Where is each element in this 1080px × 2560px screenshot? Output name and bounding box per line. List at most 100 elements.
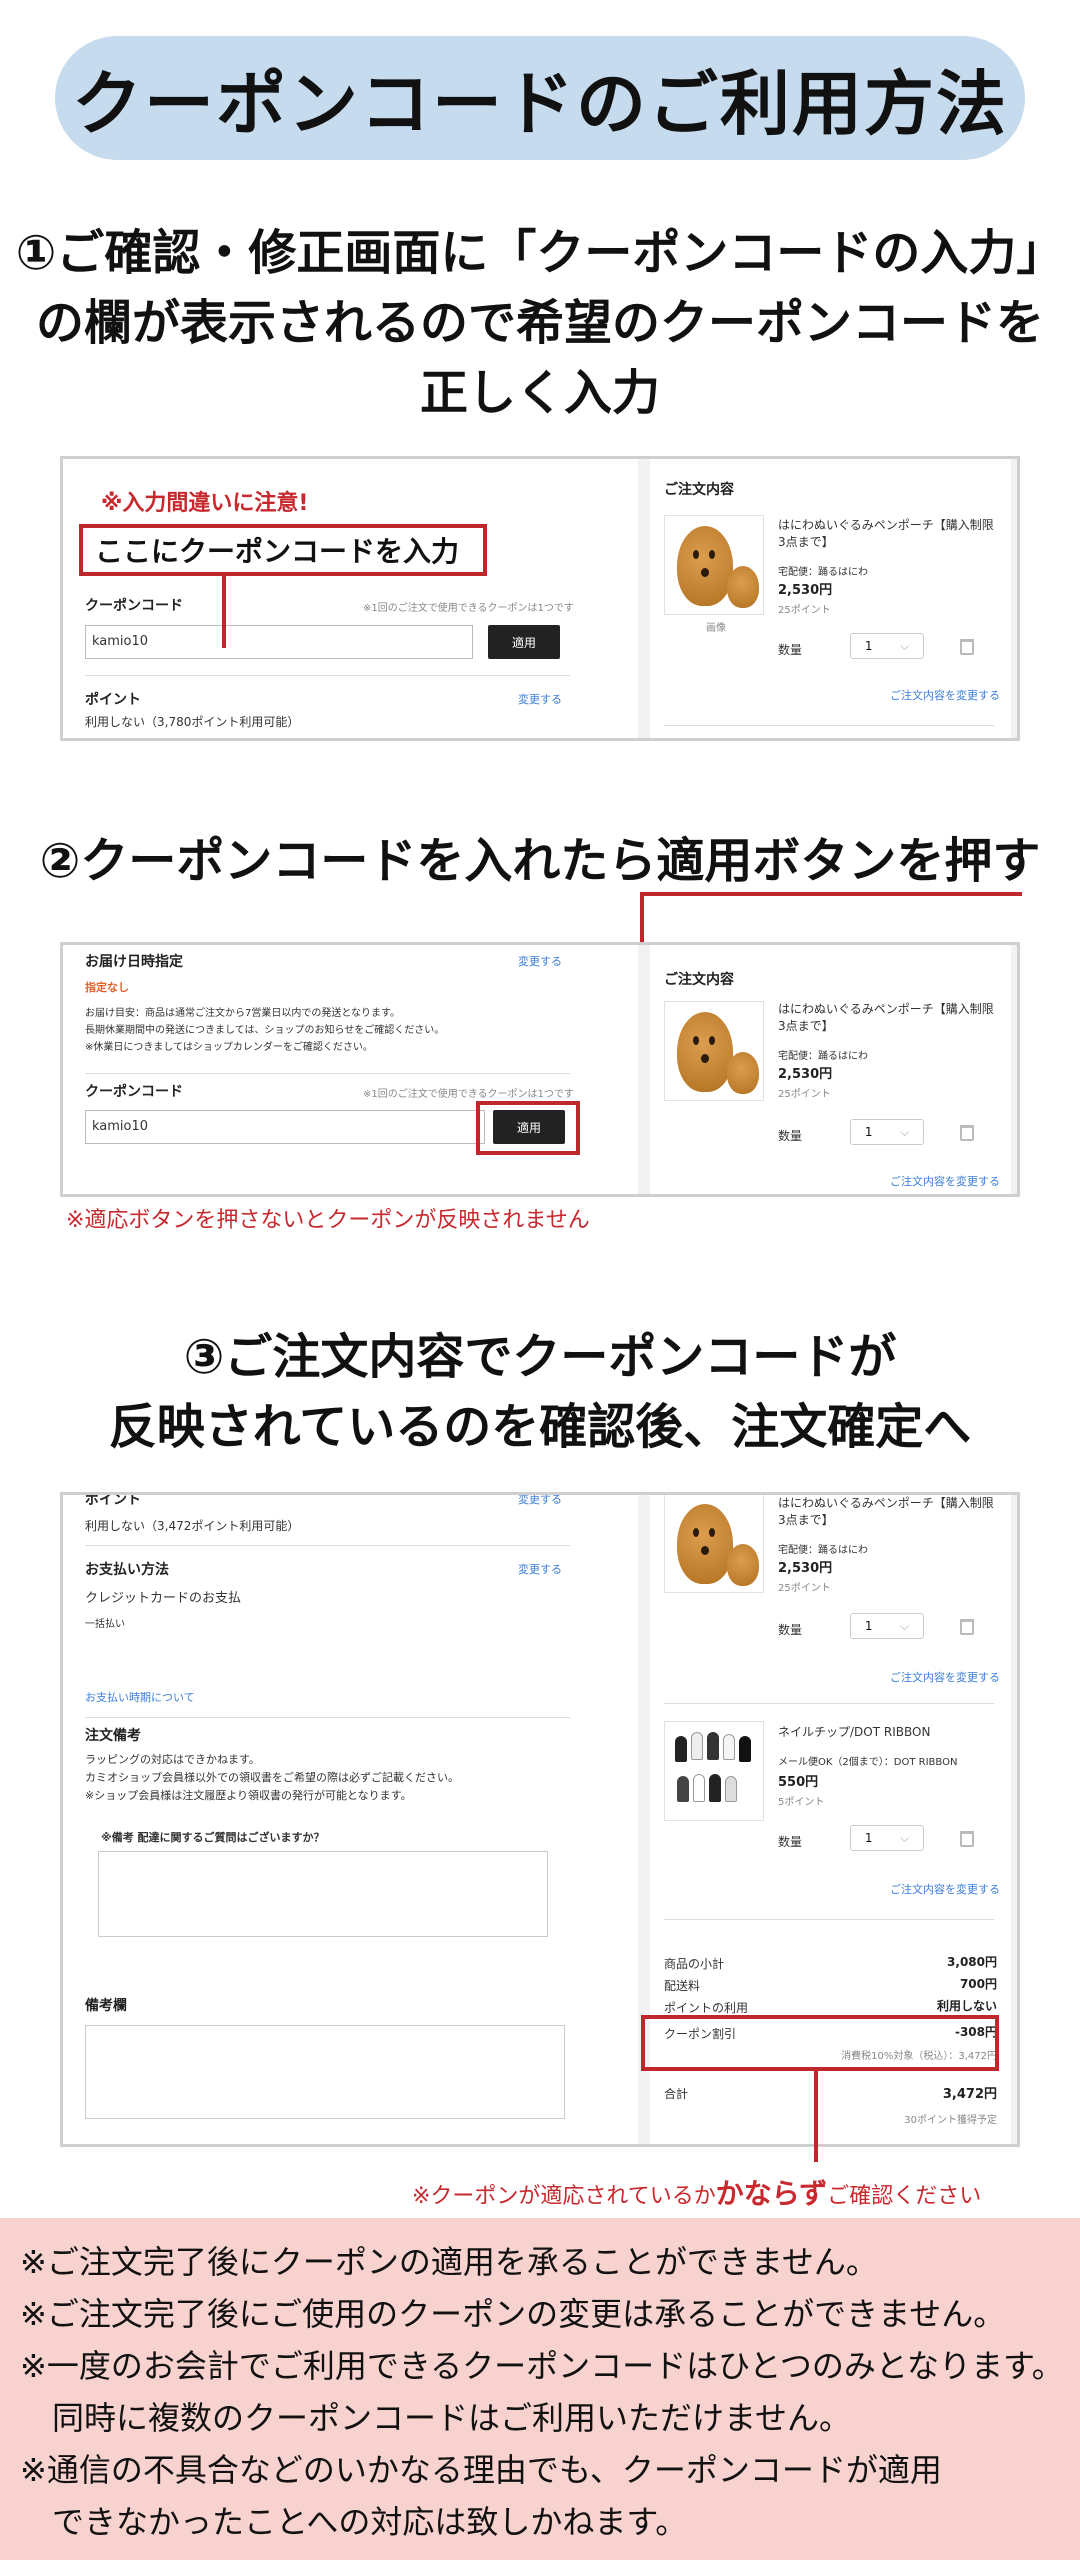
- chevron-down-icon: ⌵: [900, 1830, 910, 1845]
- step1-heading-line: 正しく入力: [419, 365, 660, 421]
- title-banner: クーポンコードのご利用方法: [55, 36, 1025, 160]
- qty-value: 1: [864, 1831, 873, 1845]
- divider: [664, 1919, 994, 1920]
- trash-icon[interactable]: [960, 1831, 974, 1847]
- product-delivery: 宅配便：踊るはにわ: [778, 1051, 868, 1062]
- note-item: ※ご注文完了後にご使用のクーポンの変更は承ることができません。: [20, 2295, 1006, 2333]
- order-card: ご注文内容 画像 はにわぬいぐるみペンポーチ【購入制限3点まで】 宅配便：踊るは…: [650, 459, 1011, 738]
- trash-icon[interactable]: [960, 1125, 974, 1141]
- input-warning: ※入力間違いに注意!: [101, 491, 309, 516]
- chevron-down-icon: ⌵: [900, 1618, 910, 1633]
- qty-select[interactable]: 1 ⌵: [850, 1613, 924, 1639]
- product-points: 25ポイント: [778, 1089, 831, 1100]
- points-label: ポイント: [85, 692, 141, 708]
- underline-annotation: [640, 892, 1022, 896]
- step3-warning: ※クーポンが適応されているかかならずご確認ください: [412, 2172, 981, 2212]
- delivery-note-line: お届け目安：商品は通常ご注文から7営業日以内での発送となります。: [85, 1008, 401, 1019]
- warning-pre: ※クーポンが適応されているか: [412, 2184, 716, 2209]
- step2-heading: ②クーポンコードを入れたら適用ボタンを押す: [0, 826, 1080, 896]
- divider: [85, 1545, 570, 1546]
- delivery-note-line: ※休業日につきましてはショップカレンダーをご確認ください。: [85, 1042, 373, 1053]
- subtotal-label: 商品の小計: [664, 1957, 725, 1971]
- apply-button[interactable]: 適用: [488, 625, 560, 659]
- remarks-textarea[interactable]: [85, 2025, 565, 2119]
- product-image: [664, 1001, 764, 1101]
- checkout-form: ※入力間違いに注意! クーポンコード ※1回のご注文で使用できるクーポンは1つで…: [63, 459, 618, 738]
- product-image: [664, 1495, 764, 1593]
- coupon-label: クーポンコード: [85, 1084, 183, 1100]
- qty-select[interactable]: 1 ⌵: [850, 633, 924, 659]
- checkout-form: ポイント 変更する 利用しない（3,472ポイント利用可能） お支払い方法 変更…: [63, 1495, 618, 2144]
- step1-screenshot: ※入力間違いに注意! クーポンコード ※1回のご注文で使用できるクーポンは1つで…: [60, 456, 1020, 741]
- points-change-link[interactable]: 変更する: [518, 691, 562, 707]
- summary-connector: [814, 2068, 818, 2162]
- edit-order-link[interactable]: ご注文内容を変更する: [890, 687, 1000, 703]
- question-textarea[interactable]: [98, 1851, 548, 1937]
- chevron-down-icon: ⌵: [900, 1124, 910, 1139]
- note-item: 同時に複数のクーポンコードはご利用いただけません。: [20, 2399, 852, 2437]
- step3-heading: ③ご注文内容でクーポンコードが 反映されているのを確認後、注文確定へ: [0, 1322, 1080, 1462]
- edit-order-link[interactable]: ご注文内容を変更する: [890, 1881, 1000, 1897]
- coupon-callout: ここにクーポンコードを入力: [79, 524, 487, 576]
- page-title: クーポンコードのご利用方法: [72, 62, 1008, 145]
- payment-title: お支払い方法: [85, 1562, 169, 1578]
- step1-heading-line: の欄が表示されるので希望のクーポンコードを: [35, 295, 1044, 351]
- product-delivery: 宅配便：踊るはにわ: [778, 1545, 868, 1556]
- delivery-none: 指定なし: [85, 981, 129, 994]
- trash-icon[interactable]: [960, 639, 974, 655]
- points-change-link[interactable]: 変更する: [518, 1495, 562, 1507]
- coupon-input[interactable]: kamio10: [85, 625, 473, 659]
- payment-timing-link[interactable]: お支払い時期について: [85, 1689, 195, 1705]
- apply-button-highlight: [476, 1101, 580, 1155]
- product2-price: 550円: [778, 1775, 819, 1790]
- payment-change-link[interactable]: 変更する: [518, 1561, 562, 1577]
- product-name: はにわぬいぐるみペンポーチ【購入制限3点まで】: [778, 518, 994, 549]
- divider: [664, 1703, 994, 1704]
- product-points: 25ポイント: [778, 1583, 831, 1594]
- qty-value: 1: [864, 1125, 873, 1139]
- order-section-title: ご注文内容: [664, 972, 734, 988]
- remarks-title: 備考欄: [85, 1998, 127, 2014]
- points-value: 利用しない（3,780ポイント利用可能）: [85, 715, 300, 729]
- product-points: 25ポイント: [778, 605, 831, 616]
- qty-value: 1: [864, 1619, 873, 1633]
- coupon-label: クーポンコード: [85, 598, 183, 614]
- connector-top: [640, 892, 644, 946]
- edit-order-link[interactable]: ご注文内容を変更する: [890, 1173, 1000, 1189]
- step3-screenshot: ポイント 変更する 利用しない（3,472ポイント利用可能） お支払い方法 変更…: [60, 1492, 1020, 2147]
- points-label: ポイント: [85, 1492, 141, 1508]
- shipping-value: 700円: [959, 1977, 997, 1991]
- step1-heading: ①ご確認・修正画面に「クーポンコードの入力」 の欄が表示されるので希望のクーポン…: [0, 218, 1080, 428]
- note-item: ※ご注文完了後にクーポンの適用を承ることができません。: [20, 2243, 878, 2281]
- delivery-note-line: 長期休業期間中の発送につきましては、ショップのお知らせをご確認ください。: [85, 1025, 445, 1036]
- step3-heading-line: 反映されているのを確認後、注文確定へ: [108, 1399, 972, 1455]
- order-summary-panel: ご注文内容 はにわぬいぐるみペンポーチ【購入制限3点まで】 宅配便：踊るはにわ …: [638, 945, 1017, 1194]
- trash-icon[interactable]: [960, 1619, 974, 1635]
- coupon-input[interactable]: kamio10: [85, 1110, 485, 1144]
- payment-method: クレジットカードのお支払: [85, 1591, 242, 1606]
- qty-select[interactable]: 1 ⌵: [850, 1825, 924, 1851]
- warning-strong: かならず: [715, 2177, 828, 2210]
- nail-tip-image: [664, 1721, 764, 1821]
- note-item: ※一度のお会計でご利用できるクーポンコードはひとつのみとなります。: [20, 2347, 1064, 2385]
- note-text: ラッピングの対応はできかねます。 カミオショップ会員様以外での領収書をご希望の際…: [85, 1751, 459, 1805]
- divider: [85, 675, 570, 676]
- qty-value: 1: [864, 639, 873, 653]
- points-use-label: ポイントの利用: [664, 2001, 749, 2015]
- shipping-label: 配送料: [664, 1979, 701, 1993]
- product-delivery: 宅配便：踊るはにわ: [778, 567, 868, 578]
- step2-heading-text: ②クーポンコードを入れたら適用ボタンを押す: [39, 833, 1041, 889]
- note-line: カミオショップ会員様以外での領収書をご希望の際は必ずご記載ください。: [85, 1771, 459, 1784]
- product-image: [664, 515, 764, 615]
- coupon-summary-highlight: [641, 2015, 999, 2071]
- delivery-change-link[interactable]: 変更する: [518, 953, 562, 969]
- product2-points: 5ポイント: [778, 1797, 825, 1808]
- payment-type: 一括払い: [85, 1619, 125, 1630]
- note-item: ※通信の不具合などのいかなる理由でも、クーポンコードが適用: [20, 2451, 942, 2489]
- product-price: 2,530円: [778, 583, 833, 598]
- note-line: ※ショップ会員様は注文履歴より領収書の発行が可能となります。: [85, 1789, 412, 1802]
- edit-order-link[interactable]: ご注文内容を変更する: [890, 1669, 1000, 1685]
- remarks-question: ※備考 配達に関するご質問はございますか？: [101, 1831, 325, 1844]
- step2-screenshot: お届け日時指定 変更する 指定なし お届け目安：商品は通常ご注文から7営業日以内…: [60, 942, 1020, 1197]
- qty-select[interactable]: 1 ⌵: [850, 1119, 924, 1145]
